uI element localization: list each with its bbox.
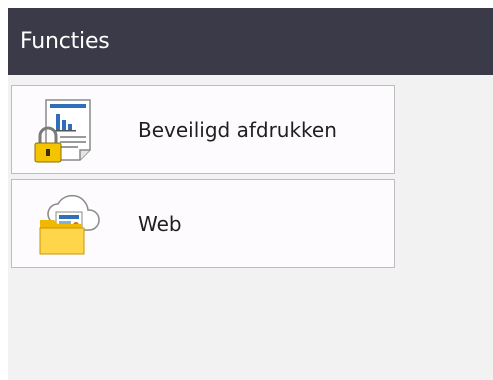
web-button[interactable]: Web bbox=[11, 179, 395, 268]
function-list: Beveiligd afdrukken Web bbox=[11, 85, 395, 273]
secure-print-button[interactable]: Beveiligd afdrukken bbox=[11, 85, 395, 174]
secure-print-icon bbox=[32, 96, 102, 164]
lcd-screen: Functies Beveiligd afdrukken Web bbox=[8, 8, 493, 380]
secure-print-label: Beveiligd afdrukken bbox=[138, 117, 337, 142]
web-folder-icon bbox=[32, 190, 102, 258]
web-label: Web bbox=[138, 211, 182, 236]
page-title: Functies bbox=[20, 29, 110, 54]
header-bar: Functies bbox=[8, 8, 493, 75]
